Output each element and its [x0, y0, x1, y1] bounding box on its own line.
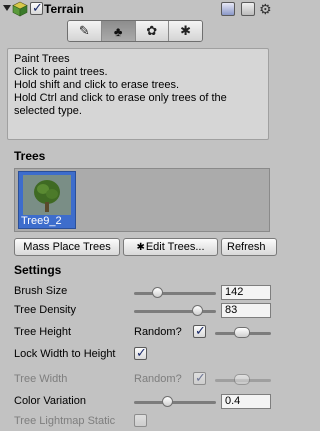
color-variation-slider-thumb[interactable] [162, 396, 173, 407]
mass-place-trees-button[interactable]: Mass Place Trees [14, 238, 120, 256]
help-box: Paint Trees Click to paint trees. Hold s… [7, 48, 269, 140]
tree-height-label: Tree Height [14, 326, 72, 338]
tree-density-field[interactable]: 83 [221, 303, 271, 318]
gear-icon[interactable]: ⚙ [259, 0, 272, 18]
brush-size-slider-thumb[interactable] [152, 287, 163, 298]
settings-heading: Settings [14, 263, 62, 277]
help-line: Click to paint trees. [14, 66, 108, 78]
brush-size-slider[interactable] [134, 292, 216, 295]
book-icon[interactable] [221, 2, 235, 16]
color-variation-label: Color Variation [14, 395, 86, 407]
lightmap-static-checkbox [134, 414, 147, 427]
terrain-cube-icon [12, 1, 28, 17]
edit-trees-button[interactable]: ✱ Edit Trees... [123, 238, 218, 256]
tree-density-slider[interactable] [134, 310, 216, 313]
trees-heading: Trees [14, 149, 46, 163]
tree-width-range-thumb [234, 374, 250, 385]
color-variation-slider[interactable] [134, 401, 216, 404]
paint-texture-icon[interactable]: ✎ [68, 21, 102, 41]
tree-item[interactable]: Tree9_2 [18, 171, 76, 229]
preset-icon[interactable] [241, 2, 255, 16]
tree-width-random-label: Random? [134, 373, 182, 385]
lock-width-label: Lock Width to Height [14, 348, 116, 360]
refresh-button[interactable]: Refresh [221, 238, 277, 256]
checkmark-icon: ✓ [136, 345, 147, 360]
tree-thumbnail [23, 175, 71, 215]
settings-gear-icon[interactable]: ✱ [169, 21, 202, 41]
lock-width-checkbox[interactable]: ✓ [134, 345, 147, 360]
terrain-enabled-checkbox[interactable]: ✓ [30, 0, 43, 15]
foldout-arrow-icon[interactable] [3, 5, 11, 11]
tree-width-random-checkbox: ✓ [193, 370, 206, 385]
help-line: Hold Ctrl and click to erase only trees … [14, 92, 227, 117]
brush-size-field[interactable]: 142 [221, 285, 271, 300]
brush-size-label: Brush Size [14, 285, 68, 297]
gear-icon: ✱ [136, 241, 145, 253]
checkmark-icon: ✓ [195, 370, 206, 385]
paint-details-icon[interactable]: ✿ [135, 21, 170, 41]
tree-height-random-label: Random? [134, 326, 182, 338]
tool-tabs: ✎ ♣ ✿ ✱ [67, 20, 203, 42]
tree-density-slider-thumb[interactable] [192, 305, 203, 316]
tree-list: Tree9_2 [14, 168, 270, 232]
paint-trees-icon[interactable]: ♣ [101, 21, 136, 41]
lightmap-static-label: Tree Lightmap Static [14, 415, 116, 427]
checkmark-icon: ✓ [195, 323, 206, 338]
edit-trees-label: Edit Trees... [145, 241, 205, 253]
help-title: Paint Trees [14, 53, 70, 65]
color-variation-field[interactable]: 0.4 [221, 394, 271, 409]
tree-density-label: Tree Density [14, 304, 76, 316]
component-title: Terrain [44, 2, 84, 16]
tree-item-label: Tree9_2 [21, 215, 62, 227]
tree-width-label: Tree Width [14, 373, 68, 385]
tree-height-range-thumb[interactable] [234, 327, 250, 338]
checkmark-icon: ✓ [32, 0, 43, 15]
help-line: Hold shift and click to erase trees. [14, 79, 180, 91]
tree-height-random-checkbox[interactable]: ✓ [193, 323, 206, 338]
